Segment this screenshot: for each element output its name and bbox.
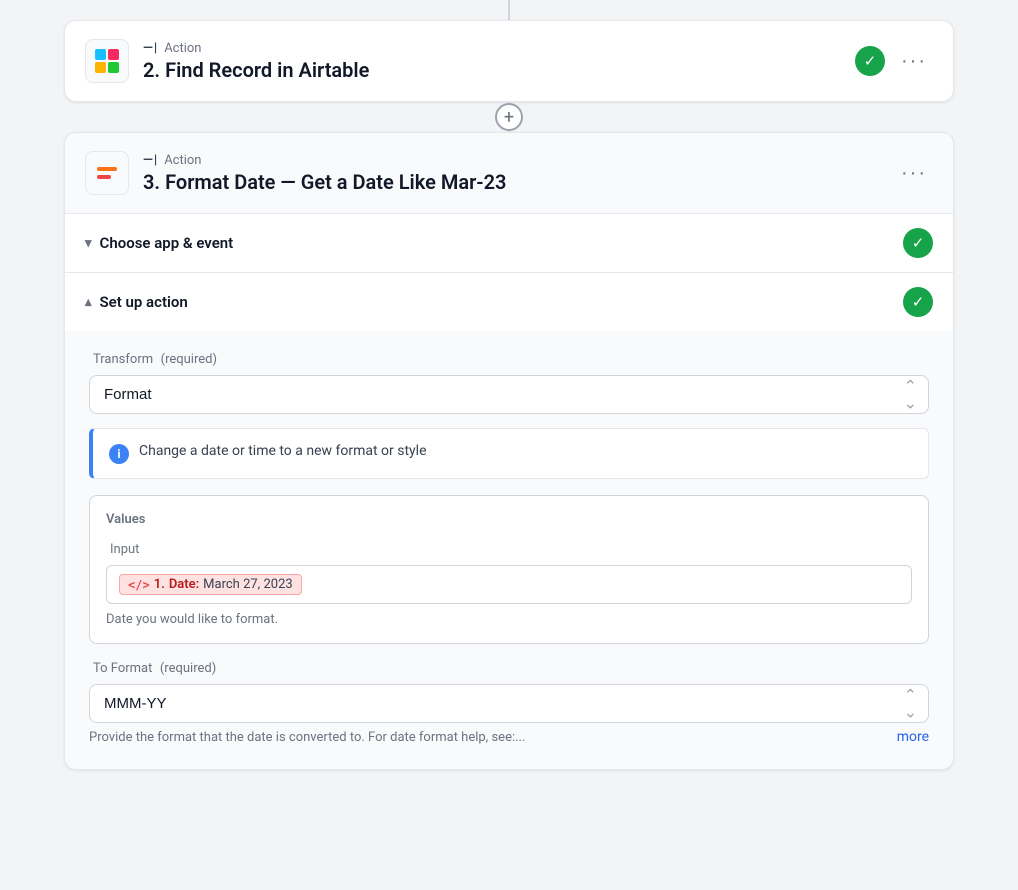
add-step-button[interactable]: + bbox=[495, 103, 523, 131]
info-text: Change a date or time to a new format or… bbox=[139, 443, 427, 459]
to-format-hint: Provide the format that the date is conv… bbox=[89, 730, 525, 745]
card-find-record-check: ✓ bbox=[855, 46, 885, 76]
input-field-label: Input bbox=[106, 541, 912, 557]
input-tag-badge: </> 1. Date: March 27, 2023 bbox=[119, 574, 302, 595]
setup-action-body: Transform (required) Format ⌃ ⌄ i Change… bbox=[65, 331, 953, 769]
card-find-record-title: 2. Find Record in Airtable bbox=[143, 58, 841, 82]
chevron-up-icon: ▴ bbox=[85, 295, 92, 310]
code-icon: </> bbox=[128, 578, 150, 592]
tag-number: 1. bbox=[154, 577, 165, 592]
airtable-svg bbox=[93, 47, 121, 75]
v-connector: + bbox=[508, 102, 510, 132]
card-format-date-action-label: —| Action bbox=[143, 153, 881, 168]
card-find-record-more-button[interactable]: ··· bbox=[895, 46, 933, 77]
transform-field-label: Transform (required) bbox=[89, 351, 929, 367]
section-choose-app-label: ▾ Choose app & event bbox=[85, 234, 233, 252]
more-link[interactable]: more bbox=[897, 729, 929, 745]
card-format-date-actions: ··· bbox=[895, 158, 933, 189]
page: —| Action 2. Find Record in Airtable ✓ ·… bbox=[0, 0, 1018, 890]
section-choose-app-check: ✓ bbox=[903, 228, 933, 258]
chevron-down-icon: ▾ bbox=[85, 236, 92, 251]
transform-select[interactable]: Format bbox=[89, 375, 929, 414]
to-format-section: To Format (required) ⌃ ⌄ Provide the for… bbox=[89, 660, 929, 745]
format-date-svg bbox=[93, 159, 121, 187]
tag-key: Date: bbox=[169, 577, 199, 592]
to-format-input-wrapper: ⌃ ⌄ bbox=[89, 684, 929, 723]
card-find-record-action-text: Action bbox=[164, 41, 201, 56]
card-format-date-action-text: Action bbox=[164, 153, 201, 168]
section-setup-action-check: ✓ bbox=[903, 287, 933, 317]
card-find-record-title-area: —| Action 2. Find Record in Airtable bbox=[143, 41, 841, 82]
card-find-record-action-label: —| Action bbox=[143, 41, 841, 56]
card-find-record-actions: ✓ ··· bbox=[855, 46, 933, 77]
action-dots2-icon: —| bbox=[143, 153, 158, 168]
card-format-date: —| Action 3. Format Date — Get a Date Li… bbox=[64, 132, 954, 770]
card-format-date-title-area: —| Action 3. Format Date — Get a Date Li… bbox=[143, 153, 881, 194]
tag-value: March 27, 2023 bbox=[203, 577, 293, 592]
info-box: i Change a date or time to a new format … bbox=[89, 428, 929, 479]
top-connector-line bbox=[508, 0, 510, 20]
airtable-app-icon bbox=[85, 39, 129, 83]
to-format-input[interactable] bbox=[89, 684, 929, 723]
input-tag-field[interactable]: </> 1. Date: March 27, 2023 bbox=[106, 565, 912, 604]
card-format-date-title: 3. Format Date — Get a Date Like Mar-23 bbox=[143, 170, 881, 194]
transform-select-wrapper: Format ⌃ ⌄ bbox=[89, 375, 929, 414]
section-choose-app[interactable]: ▾ Choose app & event ✓ bbox=[65, 213, 953, 272]
format-date-app-icon bbox=[85, 151, 129, 195]
input-hint: Date you would like to format. bbox=[106, 612, 912, 627]
card-format-date-header: —| Action 3. Format Date — Get a Date Li… bbox=[65, 133, 953, 213]
to-format-label: To Format (required) bbox=[89, 660, 929, 676]
to-format-hint-row: Provide the format that the date is conv… bbox=[89, 729, 929, 745]
action-dots-icon: —| bbox=[143, 41, 158, 56]
values-legend: Values bbox=[106, 512, 912, 527]
card-find-record: —| Action 2. Find Record in Airtable ✓ ·… bbox=[64, 20, 954, 102]
values-group: Values Input </> 1. Date: March 27, 2023… bbox=[89, 495, 929, 644]
info-icon: i bbox=[109, 444, 129, 464]
card-format-date-more-button[interactable]: ··· bbox=[895, 158, 933, 189]
section-setup-action[interactable]: ▴ Set up action ✓ bbox=[65, 272, 953, 331]
section-setup-action-label: ▴ Set up action bbox=[85, 293, 188, 311]
card-find-record-header: —| Action 2. Find Record in Airtable ✓ ·… bbox=[65, 21, 953, 101]
